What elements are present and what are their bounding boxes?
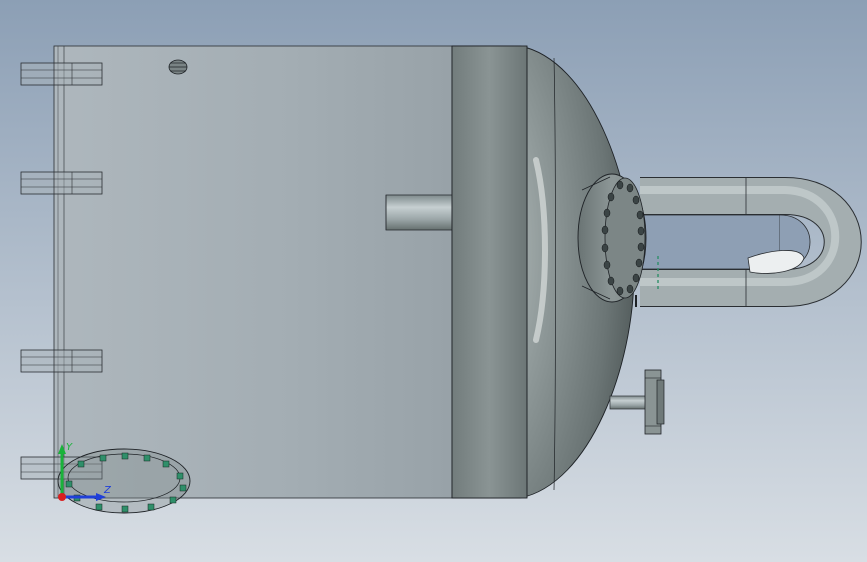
vessel-shell[interactable] <box>53 45 453 499</box>
triad-z-label: Z <box>103 485 112 496</box>
triad-y-label: Y <box>66 442 73 453</box>
support-bracket[interactable] <box>20 349 103 373</box>
support-bracket[interactable] <box>20 62 103 86</box>
model-canvas[interactable]: Z Y <box>0 0 867 562</box>
threaded-coupling[interactable] <box>168 59 188 75</box>
support-bracket[interactable] <box>20 171 103 195</box>
head-flange-band[interactable] <box>451 45 528 499</box>
manway-flange[interactable] <box>57 448 191 514</box>
triad-origin <box>58 493 66 501</box>
side-nozzle[interactable] <box>385 194 453 231</box>
graphics-viewport[interactable]: Z Y <box>0 0 867 562</box>
